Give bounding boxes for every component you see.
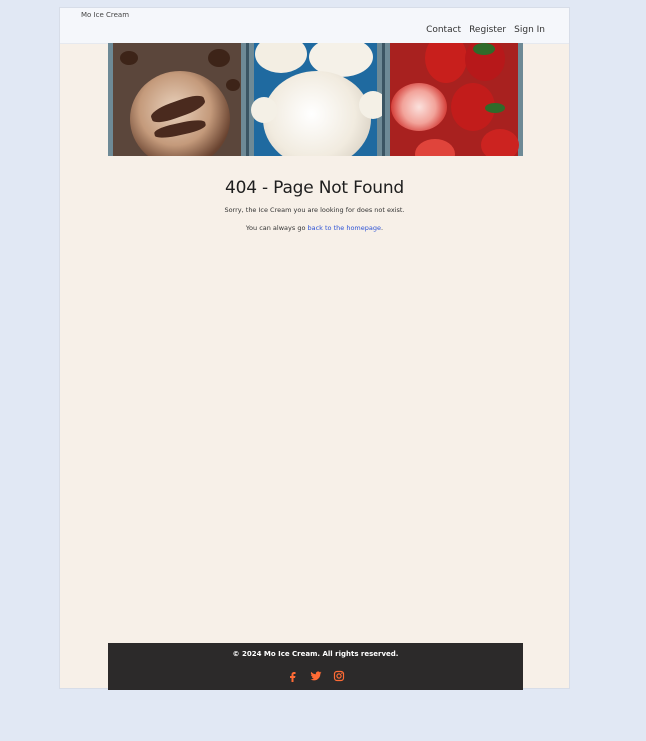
social-links xyxy=(108,670,523,682)
top-navbar: Mo Ice Cream Contact Register Sign In xyxy=(60,8,569,44)
hero-image xyxy=(108,43,523,156)
back-home-suffix: . xyxy=(381,224,384,232)
site-footer: © 2024 Mo Ice Cream. All rights reserved… xyxy=(108,643,523,690)
error-content: 404 - Page Not Found Sorry, the Ice Crea… xyxy=(60,178,569,232)
strawberry-tub-image xyxy=(385,43,523,156)
back-to-homepage-link[interactable]: back to the homepage xyxy=(308,224,382,232)
nav-sign-in-link[interactable]: Sign In xyxy=(514,25,545,35)
page-container: Mo Ice Cream Contact Register Sign In 40… xyxy=(59,7,570,690)
nav-register-link[interactable]: Register xyxy=(469,25,506,35)
page-title: 404 - Page Not Found xyxy=(224,178,405,198)
nav-contact-link[interactable]: Contact xyxy=(426,25,461,35)
back-home-text: You can always go back to the homepage. xyxy=(60,224,569,232)
chocolate-tub-image xyxy=(108,43,249,156)
copyright-text: © 2024 Mo Ice Cream. All rights reserved… xyxy=(232,650,399,658)
instagram-icon[interactable] xyxy=(333,670,345,682)
back-home-prefix: You can always go xyxy=(245,224,308,232)
brand-link[interactable]: Mo Ice Cream xyxy=(81,11,129,19)
facebook-icon[interactable] xyxy=(287,670,299,682)
twitter-icon[interactable] xyxy=(310,670,322,682)
vanilla-tub-image xyxy=(249,43,385,156)
nav-links: Contact Register Sign In xyxy=(426,25,545,35)
not-found-message: Sorry, the Ice Cream you are looking for… xyxy=(224,206,405,214)
